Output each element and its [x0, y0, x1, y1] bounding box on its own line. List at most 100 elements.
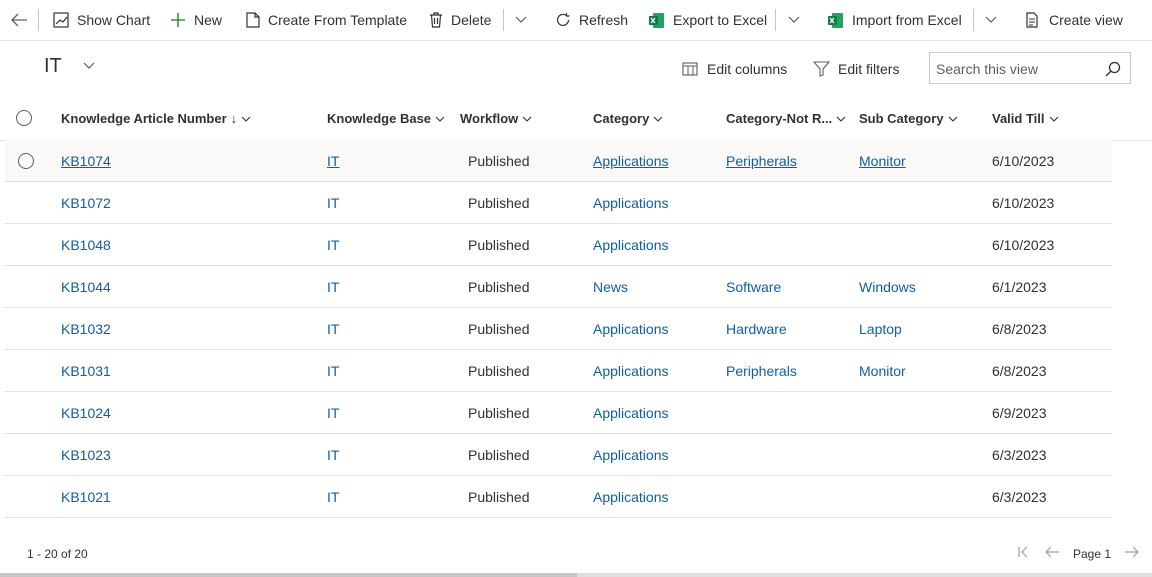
- table-row[interactable]: KB1074 IT Published Applications Periphe…: [5, 140, 1112, 182]
- create-from-template-button[interactable]: Create From Template: [246, 0, 407, 40]
- article-number-link[interactable]: KB1048: [61, 237, 111, 253]
- knowledge-base-link[interactable]: IT: [327, 195, 339, 211]
- column-header-category[interactable]: Category: [593, 111, 663, 126]
- column-header-label: Valid Till: [992, 111, 1045, 126]
- plus-icon: [171, 13, 185, 27]
- knowledge-base-link[interactable]: IT: [327, 489, 339, 505]
- category-link[interactable]: Applications: [593, 195, 669, 211]
- knowledge-base-link[interactable]: IT: [327, 153, 339, 169]
- category-link[interactable]: News: [593, 279, 628, 295]
- column-header-label: Category-Not R...: [726, 111, 833, 126]
- article-number-link[interactable]: KB1072: [61, 195, 111, 211]
- search-icon[interactable]: [1105, 61, 1121, 77]
- category-not-related-link[interactable]: Software: [726, 279, 781, 295]
- export-more-button[interactable]: [788, 0, 800, 40]
- workflow-value: Published: [468, 405, 530, 421]
- divider: [503, 9, 504, 31]
- column-header-valid-till[interactable]: Valid Till: [992, 111, 1059, 126]
- article-number-link[interactable]: KB1074: [61, 153, 111, 169]
- create-view-button[interactable]: Create view: [1025, 0, 1123, 40]
- select-all-radio[interactable]: [16, 110, 32, 126]
- delete-more-button[interactable]: [515, 0, 527, 40]
- next-page-button[interactable]: [1124, 545, 1140, 562]
- valid-till-value: 6/1/2023: [992, 279, 1047, 295]
- create-view-label: Create view: [1049, 12, 1123, 28]
- import-from-excel-label: Import from Excel: [852, 12, 962, 28]
- knowledge-base-link[interactable]: IT: [327, 321, 339, 337]
- create-from-template-label: Create From Template: [268, 12, 408, 28]
- back-button[interactable]: [10, 0, 28, 40]
- category-link[interactable]: Applications: [593, 405, 669, 421]
- category-link[interactable]: Applications: [593, 489, 669, 505]
- workflow-value: Published: [468, 447, 530, 463]
- category-link[interactable]: Applications: [593, 447, 669, 463]
- refresh-button[interactable]: Refresh: [555, 0, 628, 40]
- column-header-label: Knowledge Base: [327, 111, 432, 126]
- column-header-knowledge-base[interactable]: Knowledge Base: [327, 111, 445, 126]
- category-not-related-link[interactable]: Hardware: [726, 321, 787, 337]
- prev-page-button[interactable]: [1044, 545, 1060, 562]
- search-box[interactable]: Search this view: [929, 52, 1131, 84]
- scrollbar-thumb[interactable]: [0, 573, 577, 577]
- valid-till-value: 6/10/2023: [992, 237, 1055, 253]
- table-row[interactable]: KB1021 IT Published Applications 6/3/202…: [5, 476, 1112, 518]
- table-row[interactable]: KB1032 IT Published Applications Hardwar…: [5, 308, 1112, 350]
- sort-descending-icon: ↓: [230, 111, 238, 126]
- article-number-link[interactable]: KB1024: [61, 405, 111, 421]
- chevron-down-icon: [83, 62, 95, 69]
- sub-category-link[interactable]: Windows: [859, 279, 916, 295]
- edit-filters-button[interactable]: Edit filters: [813, 50, 899, 88]
- table-row[interactable]: KB1048 IT Published Applications 6/10/20…: [5, 224, 1112, 266]
- view-title[interactable]: IT: [44, 55, 62, 78]
- table-row[interactable]: KB1024 IT Published Applications 6/9/202…: [5, 392, 1112, 434]
- chevron-down-icon: [653, 116, 663, 122]
- category-link[interactable]: Applications: [593, 237, 669, 253]
- command-bar: Show Chart New Create From Template Dele…: [0, 0, 1152, 41]
- export-to-excel-button[interactable]: Export to Excel: [648, 0, 767, 40]
- category-link[interactable]: Applications: [593, 321, 669, 337]
- workflow-value: Published: [468, 321, 530, 337]
- article-number-link[interactable]: KB1023: [61, 447, 111, 463]
- delete-button[interactable]: Delete: [429, 0, 491, 40]
- import-from-excel-button[interactable]: Import from Excel: [827, 0, 962, 40]
- category-link[interactable]: Applications: [593, 363, 669, 379]
- search-placeholder[interactable]: Search this view: [936, 61, 1038, 77]
- sub-category-link[interactable]: Monitor: [859, 153, 906, 169]
- knowledge-base-link[interactable]: IT: [327, 279, 339, 295]
- column-header-workflow[interactable]: Workflow: [460, 111, 532, 126]
- column-header-knowledge-article-number[interactable]: Knowledge Article Number ↓: [61, 111, 251, 126]
- valid-till-value: 6/9/2023: [992, 405, 1047, 421]
- divider: [775, 9, 776, 31]
- workflow-value: Published: [468, 237, 530, 253]
- sub-category-link[interactable]: Laptop: [859, 321, 902, 337]
- sub-category-link[interactable]: Monitor: [859, 363, 906, 379]
- column-header-label: Sub Category: [859, 111, 944, 126]
- knowledge-base-link[interactable]: IT: [327, 237, 339, 253]
- chevron-down-icon: [836, 116, 846, 122]
- table-row[interactable]: KB1031 IT Published Applications Periphe…: [5, 350, 1112, 392]
- category-not-related-link[interactable]: Peripherals: [726, 363, 797, 379]
- first-page-button[interactable]: [1017, 545, 1029, 562]
- article-number-link[interactable]: KB1032: [61, 321, 111, 337]
- view-selector-button[interactable]: [82, 58, 96, 75]
- knowledge-base-link[interactable]: IT: [327, 405, 339, 421]
- edit-columns-button[interactable]: Edit columns: [682, 50, 787, 88]
- table-row[interactable]: KB1023 IT Published Applications 6/3/202…: [5, 434, 1112, 476]
- new-button[interactable]: New: [170, 0, 222, 40]
- knowledge-base-link[interactable]: IT: [327, 363, 339, 379]
- horizontal-scrollbar[interactable]: [0, 573, 1152, 577]
- column-header-category-not-related[interactable]: Category-Not R...: [726, 111, 846, 126]
- column-header-sub-category[interactable]: Sub Category: [859, 111, 958, 126]
- category-not-related-link[interactable]: Peripherals: [726, 153, 797, 169]
- category-link[interactable]: Applications: [593, 153, 669, 169]
- row-select-radio[interactable]: [18, 153, 34, 169]
- article-number-link[interactable]: KB1044: [61, 279, 111, 295]
- article-number-link[interactable]: KB1031: [61, 363, 111, 379]
- table-row[interactable]: KB1072 IT Published Applications 6/10/20…: [5, 182, 1112, 224]
- knowledge-base-link[interactable]: IT: [327, 447, 339, 463]
- workflow-value: Published: [468, 195, 530, 211]
- article-number-link[interactable]: KB1021: [61, 489, 111, 505]
- import-more-button[interactable]: [985, 0, 997, 40]
- show-chart-button[interactable]: Show Chart: [53, 0, 150, 40]
- table-row[interactable]: KB1044 IT Published News Software Window…: [5, 266, 1112, 308]
